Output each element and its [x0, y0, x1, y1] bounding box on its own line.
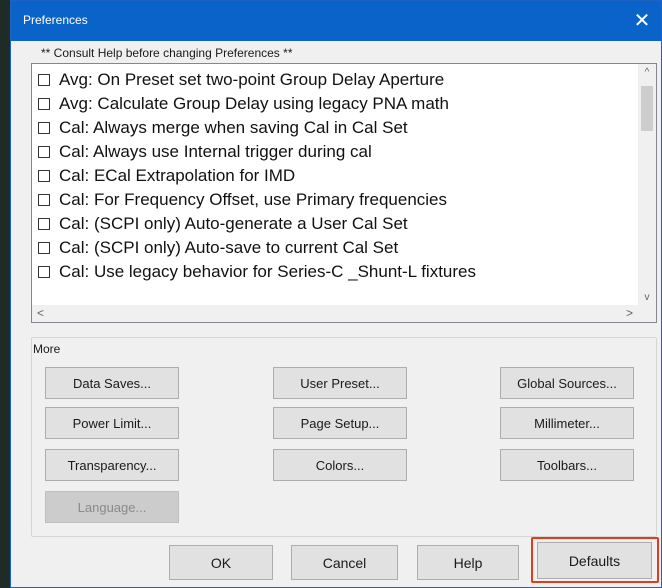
list-item[interactable]: Cal: (SCPI only) Auto-save to current Ca…: [38, 236, 638, 260]
more-group-label: More: [33, 342, 61, 356]
colors-button[interactable]: Colors...: [273, 449, 407, 481]
scroll-up-icon[interactable]: ^: [638, 64, 656, 82]
preference-label: Cal: Always merge when saving Cal in Cal…: [59, 118, 408, 137]
preference-label: Cal: (SCPI only) Auto-save to current Ca…: [59, 238, 399, 257]
window-title: Preferences: [23, 13, 88, 27]
list-item[interactable]: Avg: Calculate Group Delay using legacy …: [38, 92, 638, 116]
preference-label: Cal: (SCPI only) Auto-generate a User Ca…: [59, 214, 408, 233]
scroll-left-icon[interactable]: <: [32, 305, 49, 322]
preference-label: Avg: On Preset set two-point Group Delay…: [59, 70, 445, 89]
cancel-button[interactable]: Cancel: [291, 545, 398, 580]
preference-label: Cal: ECal Extrapolation for IMD: [59, 166, 296, 185]
close-icon: ✕: [633, 10, 651, 32]
background: [0, 0, 10, 588]
global-sources-button[interactable]: Global Sources...: [500, 367, 634, 399]
transparency-button[interactable]: Transparency...: [45, 449, 179, 481]
list-item[interactable]: Cal: ECal Extrapolation for IMD: [38, 164, 638, 188]
preference-checkbox[interactable]: [38, 266, 50, 278]
preference-checkbox[interactable]: [38, 218, 50, 230]
preferences-list[interactable]: Avg: On Preset set two-point Group Delay…: [31, 63, 657, 323]
close-button[interactable]: ✕: [623, 1, 661, 41]
help-button[interactable]: Help: [417, 545, 519, 580]
language-button: Language...: [45, 491, 179, 523]
user-preset-button[interactable]: User Preset...: [273, 367, 407, 399]
list-item[interactable]: Cal: Always use Internal trigger during …: [38, 140, 638, 164]
page-setup-button[interactable]: Page Setup...: [273, 407, 407, 439]
data-saves-button[interactable]: Data Saves...: [45, 367, 179, 399]
title-bar[interactable]: Preferences ✕: [11, 1, 661, 41]
list-item[interactable]: Avg: On Preset set two-point Group Delay…: [38, 68, 638, 92]
power-limit-button[interactable]: Power Limit...: [45, 407, 179, 439]
scroll-thumb[interactable]: [641, 86, 653, 131]
horizontal-scrollbar[interactable]: < >: [32, 305, 638, 322]
preference-checkbox[interactable]: [38, 146, 50, 158]
vertical-scrollbar[interactable]: ^ v: [638, 64, 656, 307]
scrollbar-corner: [638, 305, 656, 322]
ok-button[interactable]: OK: [169, 545, 273, 580]
preference-checkbox[interactable]: [38, 194, 50, 206]
preference-checkbox[interactable]: [38, 170, 50, 182]
scroll-right-icon[interactable]: >: [621, 305, 638, 322]
preference-label: Cal: Use legacy behavior for Series-C _S…: [59, 262, 476, 281]
list-item[interactable]: Cal: For Frequency Offset, use Primary f…: [38, 188, 638, 212]
millimeter-button[interactable]: Millimeter...: [500, 407, 634, 439]
preference-checkbox[interactable]: [38, 122, 50, 134]
toolbars-button[interactable]: Toolbars...: [500, 449, 634, 481]
preference-checkbox[interactable]: [38, 242, 50, 254]
defaults-highlight-box: [531, 537, 659, 583]
preference-label: Avg: Calculate Group Delay using legacy …: [59, 94, 449, 113]
preference-label: Cal: Always use Internal trigger during …: [59, 142, 372, 161]
preference-label: Cal: For Frequency Offset, use Primary f…: [59, 190, 448, 209]
list-item[interactable]: Cal: (SCPI only) Auto-generate a User Ca…: [38, 212, 638, 236]
preference-checkbox[interactable]: [38, 98, 50, 110]
preferences-list-viewport: Avg: On Preset set two-point Group Delay…: [32, 64, 638, 307]
list-item[interactable]: Cal: Use legacy behavior for Series-C _S…: [38, 260, 638, 284]
preference-checkbox[interactable]: [38, 74, 50, 86]
preferences-dialog: Preferences ✕ ** Consult Help before cha…: [10, 0, 662, 588]
list-item[interactable]: Cal: Always merge when saving Cal in Cal…: [38, 116, 638, 140]
consult-help-notice: ** Consult Help before changing Preferen…: [41, 46, 293, 60]
